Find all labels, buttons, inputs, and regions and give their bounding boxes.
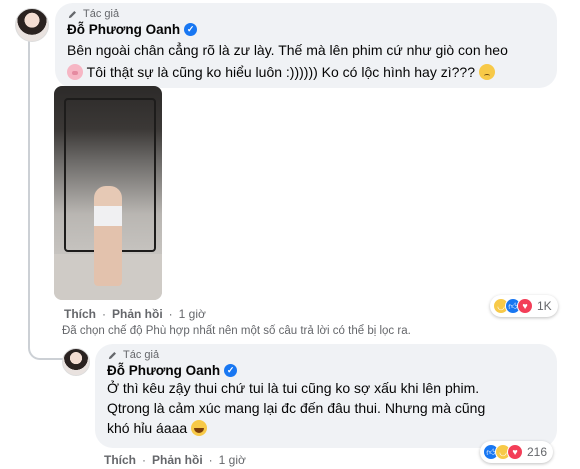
reaction-summary[interactable]: ◡ 👍︎ ♥ 1K (490, 295, 558, 317)
avatar[interactable] (62, 348, 90, 376)
like-action[interactable]: Thích (64, 307, 96, 321)
reaction-count: 1K (537, 299, 552, 313)
comment-photo[interactable] (54, 86, 162, 300)
reply-text: Ở thì kêu zậy thui chứ tui là tui cũng k… (107, 378, 545, 438)
reply-action[interactable]: Phản hồi (152, 453, 203, 467)
comment-time[interactable]: 1 giờ (179, 307, 206, 321)
love-icon: ♥ (517, 298, 533, 314)
separator: · (142, 453, 146, 467)
author-role-label: Tác giả (123, 349, 160, 361)
verified-badge-icon: ✓ (224, 364, 238, 377)
separator: · (168, 307, 173, 321)
author-role-badge: Tác giả (107, 349, 545, 361)
reply-bubble: Tác giả Đỗ Phương Oanh ✓ Ở thì kêu zậy t… (95, 344, 557, 448)
pig-emoji-icon (67, 64, 83, 80)
comment-line: Bên ngoài chân cẳng rõ là zư lày. Thế mà… (67, 42, 508, 58)
verified-badge-icon: ✓ (184, 23, 198, 36)
author-name[interactable]: Đỗ Phương Oanh ✓ (67, 22, 545, 37)
author-name-text[interactable]: Đỗ Phương Oanh (67, 22, 180, 37)
reaction-summary[interactable]: 👍︎ ◡ ♥ 216 (480, 441, 554, 463)
like-action[interactable]: Thích (104, 453, 136, 467)
pencil-author-icon (108, 351, 116, 359)
author-name[interactable]: Đỗ Phương Oanh ✓ (107, 363, 545, 378)
comment-line-text: Tôi thật sự là cũng ko hiểu luôn :))))))… (86, 64, 475, 80)
separator: · (208, 453, 213, 467)
reply-line: Qtrong là cảm xúc mang lại đc đến đâu th… (107, 400, 486, 416)
comment-line: Tôi thật sự là cũng ko hiểu luôn :))))))… (67, 61, 545, 83)
comment-actions: Thích · Phản hồi · 1 giờ (64, 307, 206, 321)
filter-notice: Đã chọn chế độ Phù hợp nhất nên một số c… (62, 325, 411, 337)
photo-figure (94, 186, 122, 286)
love-icon: ♥ (507, 444, 523, 460)
avatar[interactable] (15, 8, 49, 42)
reply-line-text: khó hỉu áaaa (107, 420, 188, 436)
reply-action[interactable]: Phản hồi (112, 307, 163, 321)
sad-emoji-icon (478, 64, 495, 80)
comment-text: Bên ngoài chân cẳng rõ là zư lày. Thế mà… (67, 39, 545, 83)
pencil-author-icon (68, 10, 76, 18)
laugh-emoji-icon (191, 420, 208, 436)
author-role-badge: Tác giả (67, 8, 545, 20)
reply-line: Ở thì kêu zậy thui chứ tui là tui cũng k… (107, 380, 480, 396)
author-name-text[interactable]: Đỗ Phương Oanh (107, 363, 220, 378)
author-role-label: Tác giả (83, 8, 120, 20)
reply-line: khó hỉu áaaa (107, 418, 545, 438)
comment-time[interactable]: 1 giờ (219, 453, 246, 467)
separator: · (102, 307, 106, 321)
reaction-count: 216 (527, 445, 548, 459)
comment-bubble: Tác giả Đỗ Phương Oanh ✓ Bên ngoài chân … (55, 3, 557, 88)
reply-actions: Thích · Phản hồi · 1 giờ (104, 453, 246, 467)
